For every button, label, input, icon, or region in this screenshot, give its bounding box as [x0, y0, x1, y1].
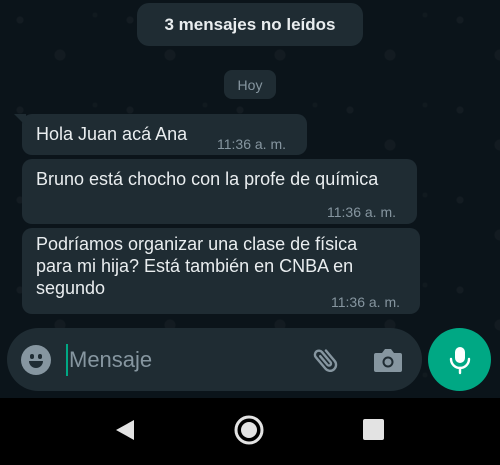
message-text: Podríamos organizar una clase de física …	[36, 234, 358, 298]
message-input[interactable]	[69, 340, 299, 380]
home-circle-icon[interactable]	[233, 414, 265, 446]
message-composer	[7, 328, 422, 391]
message-bubble[interactable]: Bruno está chocho con la profe de químic…	[22, 159, 417, 224]
back-triangle-icon[interactable]	[114, 418, 136, 442]
bubble-tail	[14, 114, 26, 126]
chat-area: 3 mensajes no leídos Hoy Hola Juan acá A…	[0, 0, 500, 398]
camera-icon[interactable]	[373, 346, 403, 374]
recents-square-icon[interactable]	[363, 419, 384, 440]
microphone-icon	[449, 346, 470, 374]
day-separator: Hoy	[224, 70, 276, 99]
unread-messages-banner: 3 mensajes no leídos	[137, 3, 363, 46]
message-bubble[interactable]: Podríamos organizar una clase de física …	[22, 228, 420, 314]
microphone-button[interactable]	[428, 328, 491, 391]
text-cursor	[66, 344, 68, 376]
emoji-icon[interactable]	[21, 345, 51, 375]
message-text: Bruno está chocho con la profe de químic…	[36, 169, 379, 189]
message-time: 11:36 a. m.	[217, 136, 287, 152]
message-bubble[interactable]: Hola Juan acá Ana 11:36 a. m.	[14, 114, 307, 155]
paperclip-icon[interactable]	[310, 344, 342, 376]
message-time: 11:36 a. m.	[331, 294, 401, 310]
system-navigation-bar	[0, 398, 500, 465]
message-text: Hola Juan acá Ana	[36, 124, 188, 144]
message-time: 11:36 a. m.	[327, 204, 397, 220]
